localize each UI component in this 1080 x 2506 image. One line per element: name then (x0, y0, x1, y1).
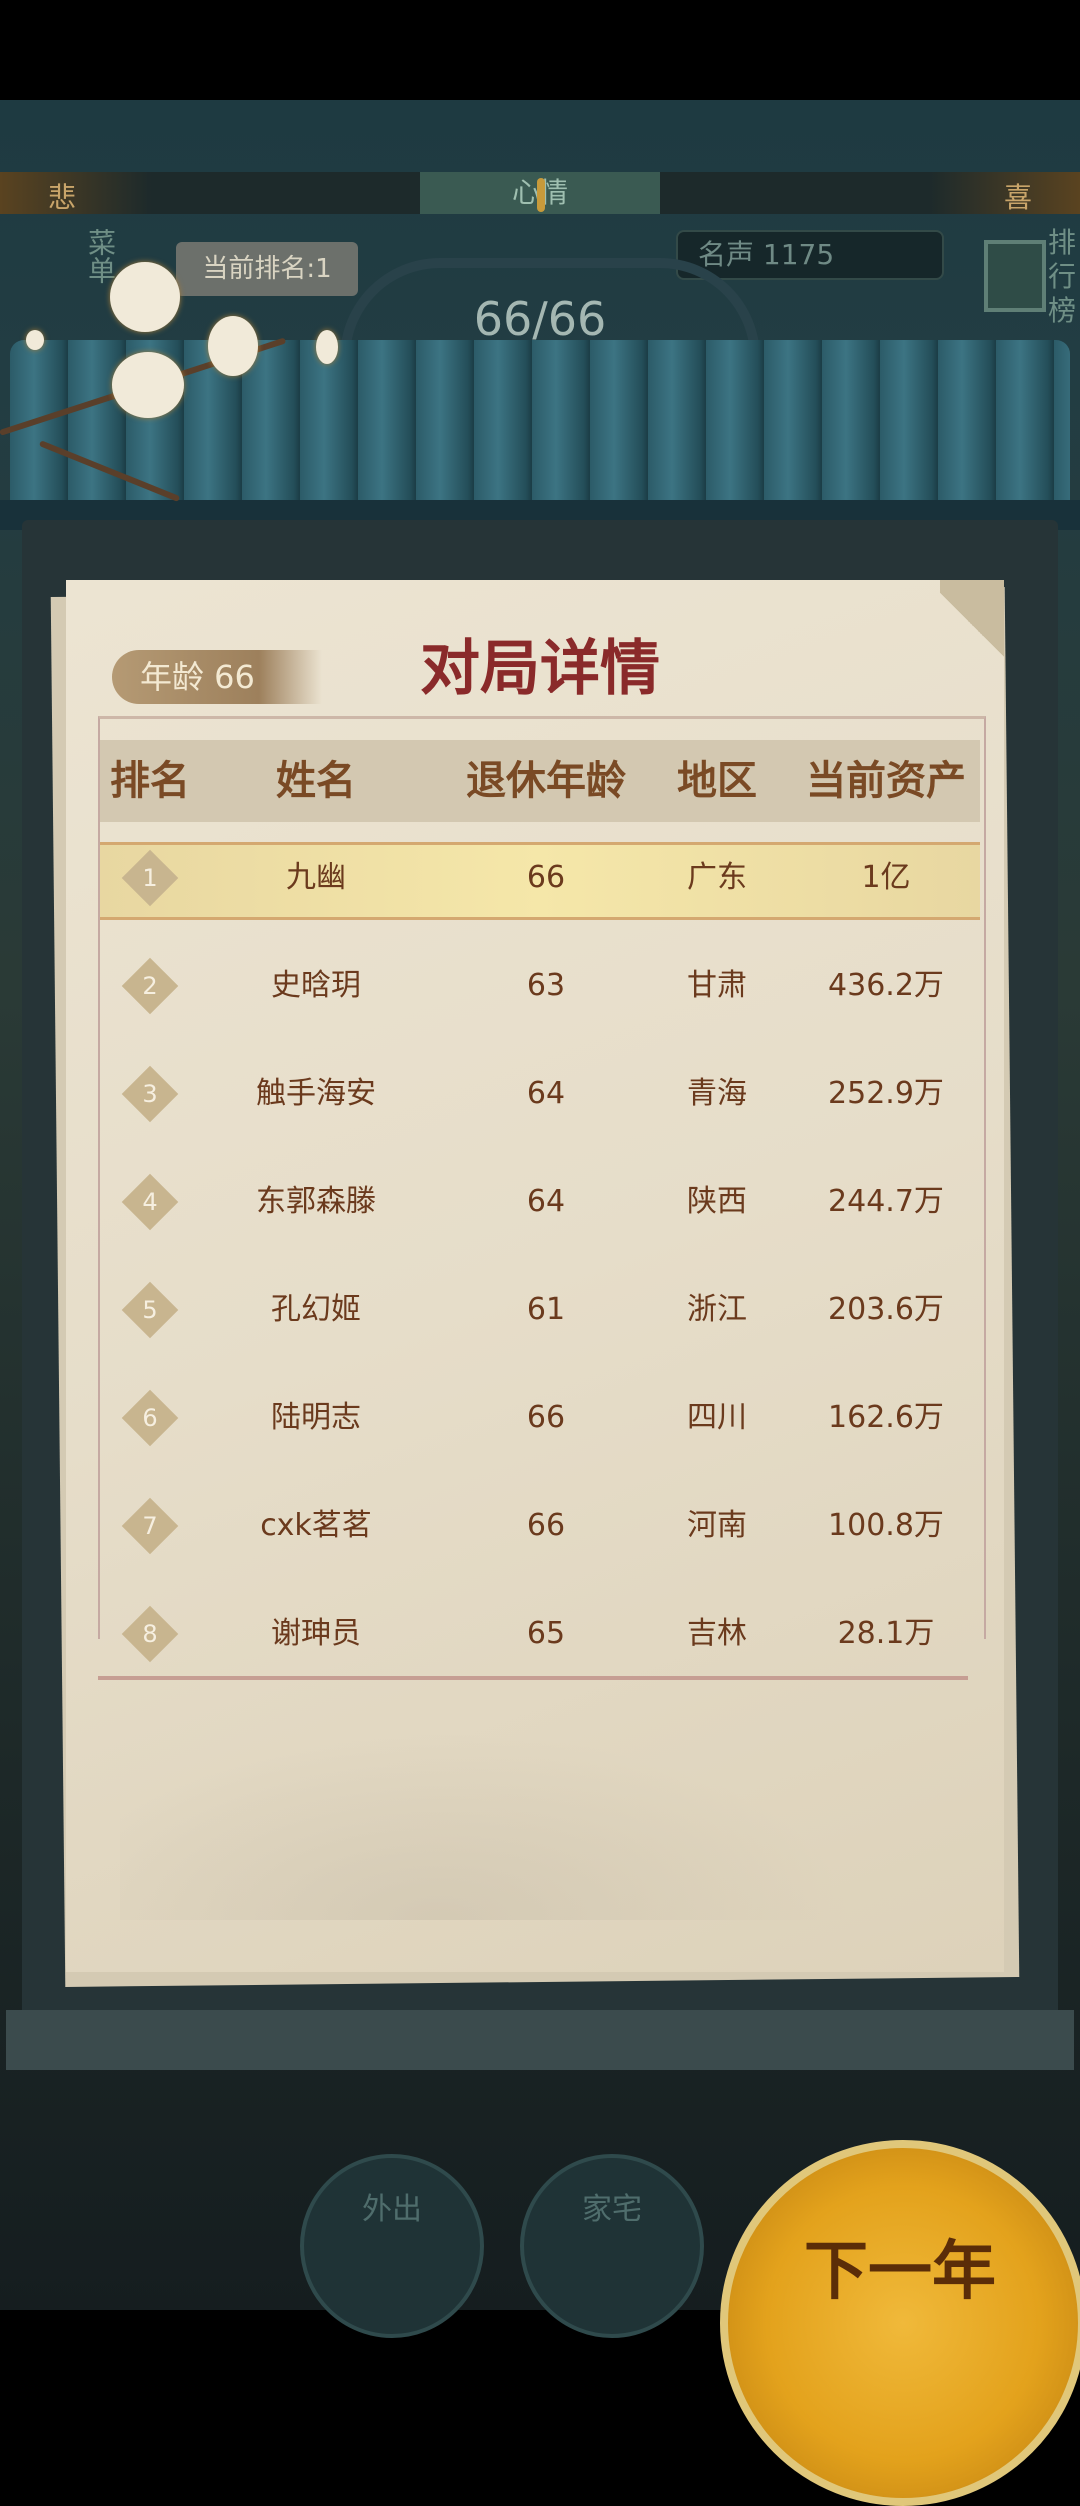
current-rank-badge: 当前排名:1 (176, 242, 358, 296)
row-name: 孔幻姬 (271, 1292, 361, 1327)
header-name: 姓名 (276, 757, 356, 804)
leaderboard-icon (984, 240, 1046, 312)
row-region: 青海 (687, 1076, 747, 1111)
leaderboard-label: 排行榜 (1048, 226, 1077, 327)
header-assets: 当前资产 (806, 757, 966, 804)
row-assets: 252.9万 (828, 1076, 944, 1111)
row-name: 陆明志 (271, 1400, 361, 1435)
row-assets: 244.7万 (828, 1184, 944, 1219)
row-region: 甘肃 (687, 968, 747, 1003)
row-retire-age: 61 (526, 1292, 566, 1327)
row-rank: 3 (142, 1080, 158, 1108)
menu-label: 菜单 (84, 228, 117, 284)
status-bar (0, 0, 1080, 100)
row-rank: 1 (142, 864, 158, 892)
row-name: 东郭森滕 (256, 1184, 376, 1219)
mood-happy-label: 喜 (1003, 181, 1032, 214)
magnolia-flower-icon (112, 352, 184, 418)
row-region: 河南 (687, 1508, 747, 1543)
row-rank: 4 (142, 1188, 158, 1216)
row-retire-age: 64 (526, 1184, 566, 1219)
row-assets: 1亿 (861, 860, 911, 895)
row-name: 九幽 (286, 860, 346, 895)
row-retire-age: 66 (526, 860, 566, 895)
row-retire-age: 64 (526, 1076, 566, 1111)
row-rank: 2 (142, 972, 158, 1000)
next-year-label: 下一年 (804, 2234, 996, 2309)
leaderboard-button[interactable]: 排行榜 (970, 222, 1080, 332)
row-retire-age: 66 (526, 1400, 566, 1435)
row-region: 吉林 (687, 1616, 747, 1651)
row-assets: 436.2万 (828, 968, 944, 1003)
row-rank: 6 (142, 1404, 158, 1432)
magnolia-flower-icon (316, 330, 338, 364)
table-bottom-line (98, 1676, 968, 1680)
mood-sad-label: 悲 (48, 181, 77, 214)
magnolia-flower-icon (26, 330, 44, 350)
row-name: cxk茗茗 (260, 1508, 372, 1543)
row-rank: 7 (142, 1512, 158, 1540)
row-assets: 28.1万 (837, 1616, 935, 1651)
row-retire-age: 63 (526, 968, 566, 1003)
row-region: 浙江 (687, 1292, 747, 1327)
header-region: 地区 (677, 757, 757, 804)
home-button[interactable] (520, 2154, 704, 2338)
row-retire-age: 66 (526, 1508, 566, 1543)
row-assets: 100.8万 (828, 1508, 944, 1543)
mood-indicator (537, 178, 545, 212)
row-region: 陕西 (687, 1184, 747, 1219)
menu-button[interactable]: 菜单 (0, 228, 120, 328)
mountain-illustration (120, 1700, 920, 1920)
fame-display: 名声 1175 (676, 230, 944, 280)
magnolia-flower-icon (110, 262, 180, 332)
home-label: 家宅 (582, 2192, 642, 2227)
row-retire-age: 65 (526, 1616, 566, 1651)
row-name: 触手海安 (256, 1076, 376, 1111)
row-assets: 203.6万 (828, 1292, 944, 1327)
panel-frame-base (6, 2010, 1074, 2070)
row-rank: 8 (142, 1620, 158, 1648)
row-name: 史晗玥 (271, 968, 361, 1003)
header-retire-age: 退休年龄 (466, 757, 626, 804)
row-name: 谢珅员 (271, 1616, 361, 1651)
go-out-button[interactable] (300, 2154, 484, 2338)
row-region: 广东 (687, 860, 747, 895)
row-rank: 5 (142, 1296, 158, 1324)
next-year-button[interactable] (720, 2140, 1080, 2506)
header-rank: 排名 (110, 757, 190, 804)
go-out-label: 外出 (362, 2192, 422, 2227)
age-tag: 年龄 66 (112, 650, 322, 704)
magnolia-flower-icon (208, 316, 258, 376)
row-region: 四川 (687, 1400, 747, 1435)
row-assets: 162.6万 (828, 1400, 944, 1435)
